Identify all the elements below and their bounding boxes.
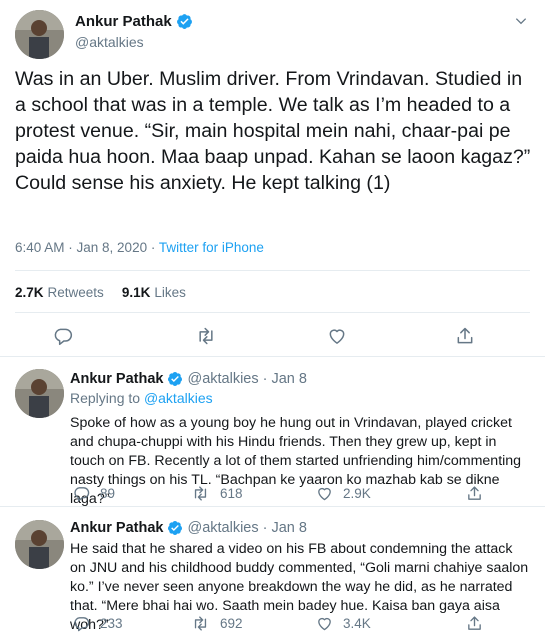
main-tweet: Ankur Pathak @aktalkies Was in an Uber. … — [0, 0, 545, 357]
share-icon — [468, 616, 481, 630]
chevron-down-icon[interactable] — [514, 14, 528, 33]
verified-badge-icon — [168, 372, 183, 386]
share-button[interactable] — [466, 485, 483, 502]
author-handle[interactable]: @aktalkies — [187, 520, 258, 536]
verified-badge-icon — [168, 521, 183, 535]
share-icon — [468, 486, 481, 500]
author-handle[interactable]: @aktalkies — [187, 371, 258, 387]
tweet-time[interactable]: 6:40 AM · Jan 8, 2020 · — [15, 240, 159, 255]
author-name[interactable]: Ankur Pathak — [70, 371, 163, 387]
retweet-icon — [194, 486, 207, 501]
reply-actions: 233 692 3.4K — [70, 615, 540, 635]
author-name[interactable]: Ankur Pathak — [70, 520, 163, 536]
reply-header: Ankur Pathak @aktalkies · Jan 8 — [70, 371, 307, 387]
retweet-button[interactable]: 618 — [191, 485, 243, 502]
retweet-icon[interactable] — [195, 326, 217, 351]
reply-tweet[interactable]: Ankur Pathak @aktalkies · Jan 8 Replying… — [0, 357, 545, 507]
like-count: 3.4K — [343, 616, 371, 631]
retweet-button[interactable]: 692 — [191, 615, 243, 632]
verified-badge-icon — [176, 14, 192, 29]
author-name[interactable]: Ankur Pathak — [75, 13, 193, 30]
reply-icon[interactable] — [53, 326, 73, 351]
reply-icon — [74, 617, 90, 632]
author-name-text[interactable]: Ankur Pathak — [75, 13, 172, 30]
reply-header: Ankur Pathak @aktalkies · Jan 8 — [70, 520, 307, 536]
like-icon — [318, 617, 331, 631]
tweet-stats: 2.7K Retweets 9.1K Likes — [15, 285, 186, 300]
like-count: 2.9K — [343, 486, 371, 501]
reply-tweet[interactable]: Ankur Pathak @aktalkies · Jan 8 He said … — [0, 508, 545, 638]
replying-to: Replying to @aktalkies — [70, 390, 213, 406]
tweet-date[interactable]: · Jan 8 — [263, 371, 307, 387]
tweet-text: Was in an Uber. Muslim driver. From Vrin… — [15, 68, 531, 194]
avatar[interactable] — [15, 10, 64, 59]
avatar[interactable] — [15, 520, 64, 569]
retweet-count: 618 — [220, 486, 243, 501]
replying-prefix: Replying to — [70, 390, 144, 406]
share-icon[interactable] — [455, 326, 475, 351]
reply-count: 233 — [100, 616, 123, 631]
replying-handle-link[interactable]: @aktalkies — [144, 390, 213, 406]
tweet-date[interactable]: · Jan 8 — [263, 520, 307, 536]
like-button[interactable]: 2.9K — [316, 485, 371, 502]
retweet-icon — [194, 616, 207, 631]
divider — [15, 312, 530, 313]
divider — [15, 270, 530, 271]
like-button[interactable]: 3.4K — [316, 615, 371, 632]
like-icon[interactable] — [327, 326, 347, 351]
reply-count: 89 — [100, 486, 116, 501]
reply-icon — [74, 487, 90, 502]
likes-stat[interactable]: 9.1K Likes — [122, 285, 186, 300]
tweet-meta: 6:40 AM · Jan 8, 2020 · Twitter for iPho… — [15, 240, 264, 255]
reply-actions: 89 618 2.9K — [70, 485, 540, 505]
retweet-count: 692 — [220, 616, 243, 631]
share-button[interactable] — [466, 615, 483, 632]
reply-button[interactable]: 233 — [73, 615, 123, 632]
retweets-stat[interactable]: 2.7K Retweets — [15, 285, 104, 300]
tweet-source[interactable]: Twitter for iPhone — [159, 240, 264, 255]
like-icon — [318, 487, 331, 501]
tweet-actions — [0, 326, 545, 350]
avatar[interactable] — [15, 369, 64, 418]
author-handle[interactable]: @aktalkies — [75, 34, 144, 50]
reply-button[interactable]: 89 — [73, 485, 115, 502]
